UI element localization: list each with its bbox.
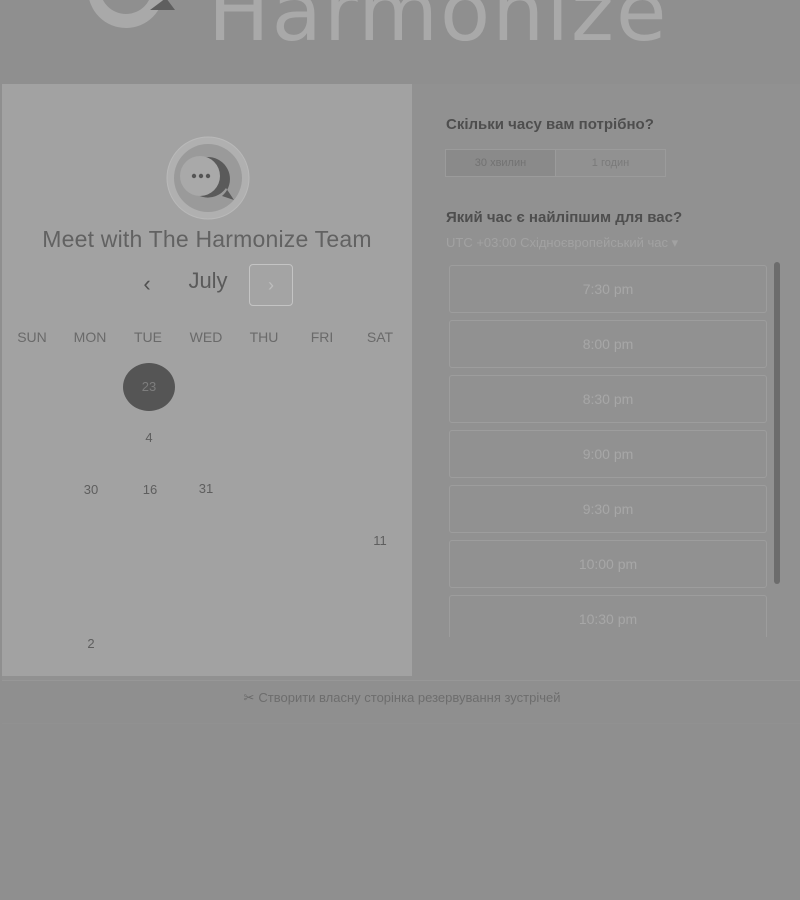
brand-wordmark: Harmonize [208, 0, 669, 60]
weekday-fri: FRI [310, 329, 334, 345]
previous-month-button[interactable]: ‹ [132, 266, 162, 302]
duration-question: Скільки часу вам потрібно? [446, 116, 654, 133]
month-label: July [188, 268, 228, 293]
meeting-title: Meet with The Harmonize Team [42, 226, 372, 252]
time-slot-button[interactable]: 10:00 pm [449, 540, 767, 588]
weekday-sun: SUN [17, 329, 47, 345]
duration-1h-button[interactable]: 1 годин [556, 150, 665, 176]
duration-30min-button[interactable]: 30 хвилин [446, 150, 556, 176]
weekday-mon: MON [73, 329, 107, 345]
time-slot-list: 7:30 pm 8:00 pm 8:30 pm 9:00 pm 9:30 pm … [449, 265, 767, 637]
timezone-dropdown[interactable]: UTC +03:00 Східноєвропейський час ▾ [446, 235, 678, 251]
scissors-icon: ✂ [243, 690, 255, 705]
calendar-panel: Meet with The Harmonize Team ‹ July › SU… [2, 84, 412, 676]
create-booking-page-label: Створити власну сторінка резервування зу… [258, 690, 561, 705]
calendar-day-selected[interactable]: 23 [123, 363, 175, 411]
footer: ✂ Створити власну сторінка резервування з… [2, 680, 800, 723]
weekday-header: SUN MON TUE WED THU FRI SAT [2, 329, 412, 349]
time-slot-scrollbar[interactable] [774, 262, 780, 584]
calendar-day[interactable]: 31 [180, 465, 232, 513]
create-booking-page-link[interactable]: ✂ Створити власну сторінка резервування з… [2, 690, 800, 706]
month-navigation: ‹ July › [2, 264, 412, 308]
time-question: Який час є найліпшим для вас? [446, 209, 683, 226]
weekday-thu: THU [249, 329, 279, 345]
team-avatar-icon [166, 136, 250, 220]
calendar-day[interactable]: 16 [124, 466, 176, 514]
time-slot-button[interactable]: 9:30 pm [449, 485, 767, 533]
time-slot-button[interactable]: 7:30 pm [449, 265, 767, 313]
calendar-day[interactable]: 30 [65, 466, 117, 514]
time-slot-button[interactable]: 9:00 pm [449, 430, 767, 478]
chat-bubble-logo-icon [89, 0, 175, 28]
time-slot-button[interactable]: 8:30 pm [449, 375, 767, 423]
next-month-button[interactable]: › [249, 264, 293, 306]
duration-selector: 30 хвилин 1 годин [445, 149, 666, 177]
weekday-wed: WED [189, 329, 223, 345]
calendar-day[interactable]: 11 [354, 517, 406, 565]
calendar-day[interactable]: 2 [65, 620, 117, 668]
weekday-tue: TUE [134, 329, 162, 345]
time-slot-button[interactable]: 10:30 pm [449, 595, 767, 637]
time-slot-button[interactable]: 8:00 pm [449, 320, 767, 368]
weekday-sat: SAT [366, 329, 394, 345]
header: Harmonize [0, 0, 800, 80]
calendar-day[interactable]: 4 [123, 414, 175, 462]
